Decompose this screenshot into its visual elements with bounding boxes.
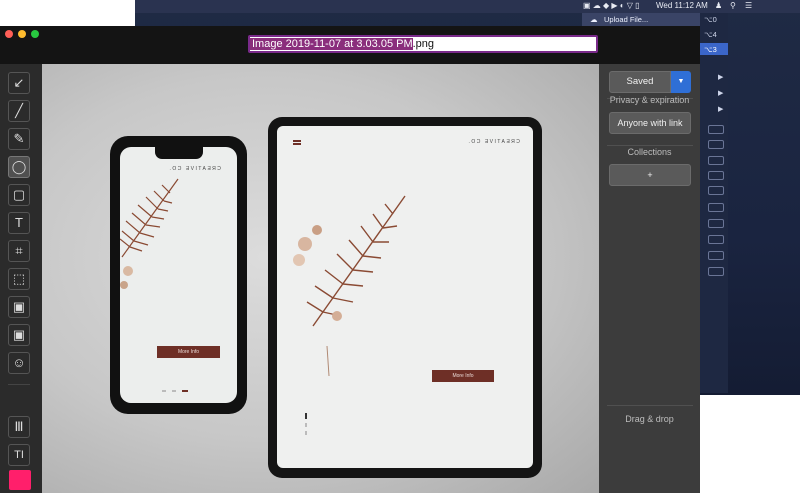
ellipse-tool[interactable]: ◯ xyxy=(8,156,30,178)
share-panel: Saved ▼ Privacy & expiration Anyone with… xyxy=(599,64,700,493)
line-tool[interactable]: ╱ xyxy=(8,100,30,122)
highlight-tool[interactable]: ▣ xyxy=(8,296,30,318)
cloud-upload-icon: ☁ xyxy=(590,15,598,24)
crop-icon: ⌗ xyxy=(15,243,23,258)
filename-selected-text: Image 2019-11-07 at 3.03.05 PM xyxy=(250,38,413,50)
panel-divider xyxy=(607,405,693,406)
text-icon: T xyxy=(15,215,23,230)
filename-input[interactable]: Image 2019-11-07 at 3.03.05 PM.png xyxy=(248,35,598,53)
mockup-button-label: More Info xyxy=(452,373,474,379)
checkbox[interactable] xyxy=(708,219,724,228)
arrow-icon: ↙ xyxy=(13,75,25,90)
privacy-button[interactable]: Anyone with link xyxy=(609,112,691,134)
submenu-arrow-icon: ▶ xyxy=(718,90,724,97)
menubar-datetime[interactable]: Wed 11:12 AM xyxy=(656,1,708,10)
submenu-arrow-icon: ▶ xyxy=(718,106,724,113)
tablet-screen: CREATIVE CO. More Info xyxy=(277,126,533,468)
user-icon[interactable]: ♟ xyxy=(715,1,722,10)
marker-icon: ✎ xyxy=(13,131,25,146)
phone-screen: CREATIVE CO. More Info xyxy=(120,147,237,403)
tool-palette: ↙ ╱ ✎ ◯ ▢ T ⌗ ⬚ ▣ ▣ ☺ Ⅲ TI xyxy=(0,64,42,493)
toolbar-divider xyxy=(8,384,30,385)
checkbox[interactable] xyxy=(708,156,724,165)
add-collection-button[interactable]: + xyxy=(609,164,691,186)
emoji-icon: ☺ xyxy=(12,355,26,370)
saved-dropdown-button[interactable]: ▼ xyxy=(671,71,691,93)
zoom-button[interactable] xyxy=(31,30,39,38)
menu-list-icon[interactable]: ☰ xyxy=(745,1,752,10)
highlight-icon: ▣ xyxy=(12,299,26,314)
shortcut: ⌥3 xyxy=(704,45,717,54)
chevron-down-icon: ▼ xyxy=(677,78,685,85)
blur-icon: ▣ xyxy=(12,327,26,342)
dashed-rect-icon: ⬚ xyxy=(12,271,26,286)
fern-illustration xyxy=(293,195,406,377)
title-bar: Image 2019-11-07 at 3.03.05 PM.png xyxy=(0,26,700,64)
stroke-width-tool[interactable]: Ⅲ xyxy=(8,416,30,438)
blank-area xyxy=(0,0,98,26)
stroke-width-icon: Ⅲ xyxy=(14,419,24,434)
rectangle-tool[interactable]: ▢ xyxy=(8,184,30,206)
mockup-more-info-button: More Info xyxy=(157,346,220,358)
checkbox[interactable] xyxy=(708,203,724,212)
screenshot-editor-window: Image 2019-11-07 at 3.03.05 PM.png ↙ ╱ ✎… xyxy=(0,26,700,493)
checkbox[interactable] xyxy=(708,186,724,195)
emoji-tool[interactable]: ☺ xyxy=(8,352,30,374)
dashed-rect-tool[interactable]: ⬚ xyxy=(8,268,30,290)
text-tool[interactable]: T xyxy=(8,212,30,234)
pager-indicator xyxy=(305,423,307,427)
pager-indicator xyxy=(305,431,307,435)
shortcut-list: ⌥0 ⌥4 ⌥3 ▶ ▶ ▶ xyxy=(700,13,728,393)
mockup-button-label: More Info xyxy=(177,349,200,355)
submenu-arrow-icon: ▶ xyxy=(718,74,724,81)
filename-extension: .png xyxy=(412,38,435,50)
panel-divider xyxy=(607,145,693,146)
blur-tool[interactable]: ▣ xyxy=(8,324,30,346)
shortcut: ⌥0 xyxy=(704,15,717,24)
mockup-brand-text: CREATIVE CO. xyxy=(168,166,221,172)
checkbox[interactable] xyxy=(708,251,724,260)
menubar: ▣ ☁ ◆ ▶ ◐ ▽ ▯ Wed 11:12 AM ♟ ⚲ ☰ xyxy=(135,0,800,13)
mockup-more-info-button: More Info xyxy=(432,370,494,382)
minimize-button[interactable] xyxy=(18,30,26,38)
arrow-tool[interactable]: ↙ xyxy=(8,72,30,94)
privacy-heading: Privacy & expiration xyxy=(609,95,690,105)
ellipse-icon: ◯ xyxy=(11,159,27,174)
collections-heading: Collections xyxy=(627,147,672,157)
search-icon[interactable]: ⚲ xyxy=(730,1,736,10)
font-size-icon: TI xyxy=(14,449,24,461)
image-canvas[interactable]: CREATIVE CO. More Info CREATIVE CO. More… xyxy=(42,64,599,493)
upload-file-item[interactable]: Upload File... xyxy=(604,15,648,24)
shortcut: ⌥4 xyxy=(704,30,717,39)
pager-indicator xyxy=(305,413,307,419)
phone-mockup: CREATIVE CO. More Info xyxy=(110,136,247,414)
checkbox[interactable] xyxy=(708,171,724,180)
font-size-tool[interactable]: TI xyxy=(8,444,30,466)
checkbox[interactable] xyxy=(708,125,724,134)
crop-tool[interactable]: ⌗ xyxy=(8,240,30,262)
color-picker[interactable] xyxy=(9,470,31,490)
drag-drop-label[interactable]: Drag & drop xyxy=(599,414,700,424)
checkbox[interactable] xyxy=(708,140,724,149)
fern-illustration xyxy=(120,178,179,289)
menubar-icon[interactable]: ▣ ☁ ◆ ▶ ◐ ▽ ▯ xyxy=(583,1,640,10)
pager-dot xyxy=(162,390,166,392)
pager-dot xyxy=(182,390,188,392)
rectangle-icon: ▢ xyxy=(12,187,26,202)
marker-tool[interactable]: ✎ xyxy=(8,128,30,150)
checkbox[interactable] xyxy=(708,267,724,276)
checkbox[interactable] xyxy=(708,235,724,244)
pager-dot xyxy=(172,390,176,392)
line-icon: ╱ xyxy=(15,103,23,118)
saved-button[interactable]: Saved xyxy=(609,71,671,93)
close-button[interactable] xyxy=(5,30,13,38)
tablet-mockup: CREATIVE CO. More Info xyxy=(268,117,542,478)
